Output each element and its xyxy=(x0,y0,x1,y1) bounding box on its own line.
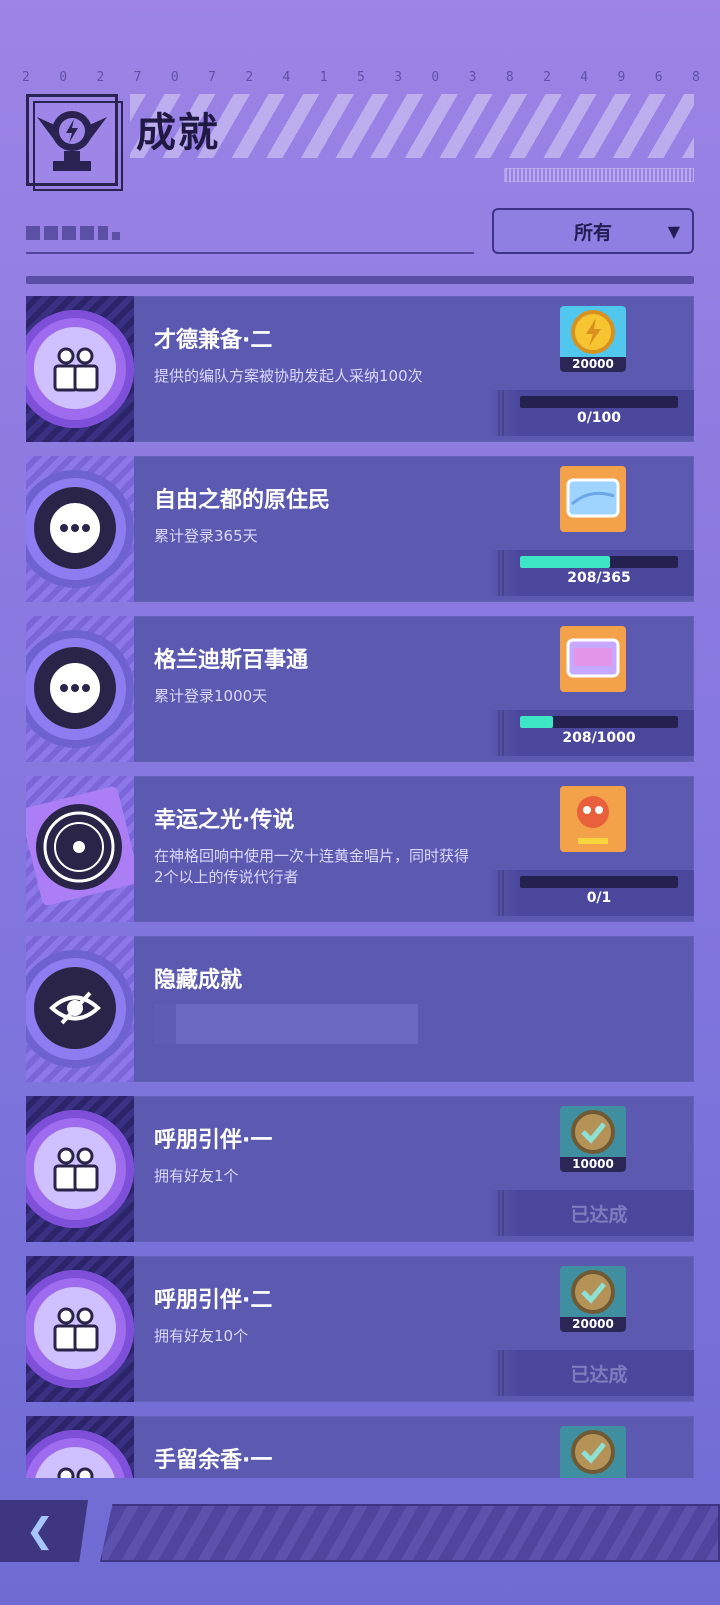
achievement-card-hidden[interactable]: 隐藏成就 xyxy=(26,936,694,1082)
achievement-card[interactable]: 呼朋引伴·二 拥有好友10个 20000 已达成 xyxy=(26,1256,694,1402)
back-button[interactable]: ❮ xyxy=(0,1500,88,1562)
chevron-down-icon: ▼ xyxy=(667,222,680,241)
achieved-label: 已达成 xyxy=(570,1204,628,1226)
progress-area: 0/1 xyxy=(488,870,694,916)
list-top-edge xyxy=(26,276,694,284)
progress-bar xyxy=(520,396,678,408)
achievement-desc: 提供的编队方案被协助发起人采纳100次 xyxy=(154,367,423,385)
reward-item[interactable] xyxy=(560,626,630,706)
trophy-icon xyxy=(26,94,123,191)
achievement-card[interactable]: 自由之都的原住民 累计登录365天 208/365 xyxy=(26,456,694,602)
badge-friends-icon xyxy=(26,1256,134,1402)
achievement-desc: 拥有好友1个 xyxy=(154,1167,239,1185)
achievement-card[interactable]: 手留余香·一 xyxy=(26,1416,694,1478)
reward-amount: 10000 xyxy=(560,1157,626,1172)
achievement-title: 幸运之光·传说 xyxy=(154,808,295,833)
achieved-label: 已达成 xyxy=(570,1364,628,1386)
achievement-title: 格兰迪斯百事通 xyxy=(154,648,309,673)
pixel-decoration xyxy=(26,226,120,240)
reward-amount: 20000 xyxy=(560,357,626,372)
badge-chat-icon xyxy=(26,616,134,762)
achievement-title: 手留余香·一 xyxy=(154,1448,273,1473)
achievement-title: 呼朋引伴·一 xyxy=(154,1128,273,1153)
achievement-title: 呼朋引伴·二 xyxy=(154,1288,273,1313)
progress-area: 已达成 xyxy=(488,1350,694,1396)
page-header: 成就 xyxy=(26,94,694,191)
progress-bar xyxy=(520,716,678,728)
barcode-decoration xyxy=(504,168,694,182)
badge-friends-icon xyxy=(26,1416,134,1478)
check-coin-icon: 10000 xyxy=(560,1106,626,1172)
coin-icon: 20000 xyxy=(560,306,626,372)
reward-item[interactable] xyxy=(560,466,630,546)
achievement-title: 自由之都的原住民 xyxy=(154,488,331,513)
reward-item[interactable] xyxy=(560,786,630,866)
bottom-track-decoration xyxy=(100,1504,720,1562)
progress-text: 208/1000 xyxy=(562,730,636,746)
reward-item[interactable]: 10000 xyxy=(560,1106,630,1186)
progress-bar xyxy=(520,876,678,888)
progress-text: 0/100 xyxy=(576,410,622,426)
badge-eye-icon xyxy=(26,936,134,1082)
achievement-card[interactable]: 幸运之光·传说 在神格回响中使用一次十连黄金唱片，同时获得2个以上的传说代行者 … xyxy=(26,776,694,922)
achievement-card[interactable]: 格兰迪斯百事通 累计登录1000天 208/1000 xyxy=(26,616,694,762)
progress-area: 208/1000 xyxy=(488,710,694,756)
achievement-desc: 在神格回响中使用一次十连黄金唱片，同时获得2个以上的传说代行者 xyxy=(154,847,470,886)
card-item-icon xyxy=(560,626,626,692)
check-coin-icon: 20000 xyxy=(560,1266,626,1332)
progress-text: 208/365 xyxy=(567,570,631,586)
achievement-title: 才德兼备·二 xyxy=(154,328,273,353)
progress-text: 0/1 xyxy=(586,890,612,906)
achievement-title: 隐藏成就 xyxy=(154,968,243,993)
chevron-left-icon: ❮ xyxy=(25,1511,55,1551)
reward-amount: 20000 xyxy=(560,1317,626,1332)
filter-dropdown[interactable]: 所有 ▼ xyxy=(492,208,694,254)
reward-item[interactable]: 20000 xyxy=(560,306,630,386)
serial-digits: 202 707 241 530 382 496 8 xyxy=(22,70,700,85)
achievement-desc: 累计登录365天 xyxy=(154,527,258,545)
reward-item[interactable]: 20000 xyxy=(560,1266,630,1346)
achievement-list[interactable]: 才德兼备·二 提供的编队方案被协助发起人采纳100次 20000 0/100 自… xyxy=(26,276,694,1478)
character-avatar-icon xyxy=(560,786,626,852)
card-item-icon xyxy=(560,466,626,532)
badge-record-icon xyxy=(26,776,134,922)
progress-area: 0/100 xyxy=(488,390,694,436)
filter-row: 所有 ▼ xyxy=(26,208,694,254)
page-title: 成就 xyxy=(136,110,220,156)
badge-friends-icon xyxy=(26,1096,134,1242)
achievement-desc: 拥有好友10个 xyxy=(154,1327,249,1345)
progress-bar xyxy=(520,556,678,568)
hidden-description-placeholder xyxy=(154,1004,418,1044)
achievement-card[interactable]: 呼朋引伴·一 拥有好友1个 10000 已达成 xyxy=(26,1096,694,1242)
filter-dropdown-label: 所有 xyxy=(573,221,612,244)
progress-area: 208/365 xyxy=(488,550,694,596)
badge-friends-icon xyxy=(26,296,134,442)
achievement-card[interactable]: 才德兼备·二 提供的编队方案被协助发起人采纳100次 20000 0/100 xyxy=(26,296,694,442)
bottom-bar: ❮ xyxy=(0,1500,720,1570)
filter-divider xyxy=(26,252,474,254)
reward-item[interactable] xyxy=(560,1426,630,1478)
progress-area: 已达成 xyxy=(488,1190,694,1236)
achievement-desc: 累计登录1000天 xyxy=(154,687,268,705)
check-coin-icon xyxy=(560,1426,626,1478)
badge-chat-icon xyxy=(26,456,134,602)
